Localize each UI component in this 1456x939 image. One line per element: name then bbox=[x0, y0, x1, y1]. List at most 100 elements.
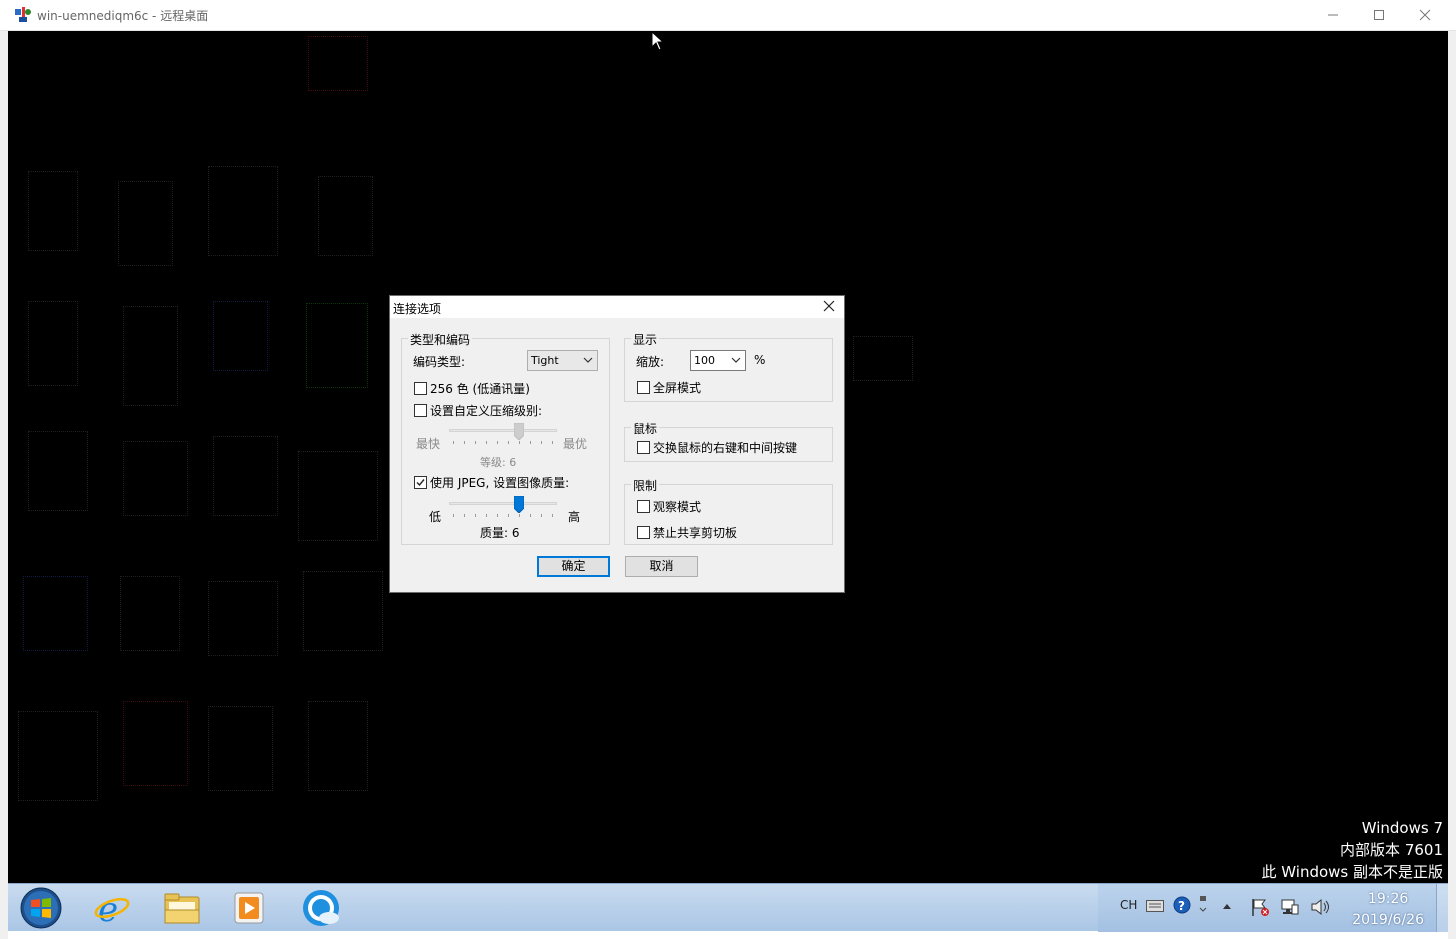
zoom-select[interactable]: 100 bbox=[690, 350, 746, 371]
quality-max-label: 高 bbox=[568, 510, 581, 524]
jpeg-label: 使用 JPEG, 设置图像质量: bbox=[430, 476, 570, 490]
slider-ticks bbox=[453, 514, 553, 517]
encoding-type-label: 编码类型: bbox=[413, 355, 466, 369]
cancel-button[interactable]: 取消 bbox=[625, 556, 698, 577]
clock-time: 19:26 bbox=[1367, 891, 1409, 907]
compress-min-label: 最快 bbox=[416, 437, 441, 451]
ghost-desktop-icon bbox=[853, 336, 913, 381]
compress-max-label: 最优 bbox=[563, 437, 588, 451]
ghost-desktop-icon bbox=[208, 581, 278, 656]
media-player-icon[interactable] bbox=[230, 888, 270, 928]
view-only-label: 观察模式 bbox=[653, 500, 702, 514]
windows-start-icon[interactable] bbox=[20, 887, 62, 929]
windows-watermark: Windows 7 内部版本 7601 此 Windows 副本不是正版 bbox=[1262, 817, 1444, 883]
slider-thumb[interactable] bbox=[514, 423, 524, 440]
dialog-close-icon[interactable] bbox=[822, 299, 836, 313]
jpeg-checkbox[interactable]: 使用 JPEG, 设置图像质量: bbox=[414, 474, 569, 491]
taskbar-clock[interactable]: 19:26 2019/6/26 bbox=[1352, 889, 1424, 931]
custom-compress-label: 设置自定义压缩级别: bbox=[430, 404, 543, 418]
color256-checkbox[interactable]: 256 色 (低通讯量) bbox=[414, 380, 530, 397]
ghost-desktop-icon bbox=[123, 701, 188, 786]
cloud-app-icon[interactable] bbox=[301, 888, 341, 928]
encoding-group: 类型和编码 编码类型: Tight 256 色 (低通讯量) 设置自定义压缩级别… bbox=[401, 331, 610, 545]
swap-buttons-label: 交换鼠标的右键和中间按键 bbox=[653, 441, 798, 455]
minimize-icon bbox=[1328, 14, 1338, 16]
mouse-group: 鼠标 交换鼠标的右键和中间按键 bbox=[624, 420, 833, 462]
ok-button[interactable]: 确定 bbox=[537, 556, 610, 577]
checkbox-box bbox=[637, 526, 650, 539]
chevron-down-icon bbox=[731, 357, 741, 363]
volume-icon[interactable] bbox=[1310, 898, 1332, 916]
ghost-desktop-icon bbox=[208, 706, 273, 791]
dialog-titlebar[interactable]: 连接选项 bbox=[390, 296, 844, 318]
network-icon[interactable] bbox=[1280, 897, 1300, 917]
compress-level-slider[interactable] bbox=[449, 423, 557, 447]
ghost-desktop-icon bbox=[303, 571, 383, 651]
ghost-desktop-icon bbox=[28, 301, 78, 386]
dialog-title: 连接选项 bbox=[393, 302, 442, 316]
ghost-desktop-icon bbox=[120, 576, 180, 651]
ghost-desktop-icon bbox=[23, 576, 88, 651]
close-icon bbox=[1419, 9, 1431, 21]
display-group-label: 显示 bbox=[631, 331, 660, 348]
host-window-edge-left bbox=[0, 31, 8, 939]
internet-explorer-icon[interactable]: e bbox=[92, 888, 132, 928]
jpeg-quality-slider[interactable] bbox=[449, 496, 557, 520]
connection-options-dialog: 连接选项 类型和编码 编码类型: Tight 256 色 (低通讯量) 设置自定… bbox=[389, 295, 845, 593]
ghost-desktop-icon bbox=[208, 166, 278, 256]
slider-track bbox=[449, 502, 557, 505]
checkmark-icon bbox=[416, 479, 425, 487]
mouse-group-label: 鼠标 bbox=[631, 420, 660, 437]
ghost-desktop-icon bbox=[123, 306, 178, 406]
language-indicator[interactable]: CH bbox=[1120, 898, 1137, 912]
ghost-desktop-icon bbox=[18, 711, 98, 801]
watermark-line-3: 此 Windows 副本不是正版 bbox=[1261, 863, 1444, 881]
show-desktop-button[interactable] bbox=[1436, 884, 1448, 932]
ghost-desktop-icon bbox=[213, 301, 268, 371]
maximize-icon bbox=[1374, 10, 1384, 20]
no-clipboard-label: 禁止共享剪切板 bbox=[653, 526, 738, 540]
file-explorer-icon[interactable] bbox=[162, 888, 202, 928]
action-center-flag-icon[interactable] bbox=[1250, 897, 1270, 917]
minimize-button[interactable] bbox=[1310, 0, 1356, 30]
slider-ticks bbox=[453, 441, 553, 444]
checkbox-box bbox=[637, 441, 650, 454]
compress-level-text: 等级: 6 bbox=[480, 456, 517, 469]
no-clipboard-checkbox[interactable]: 禁止共享剪切板 bbox=[637, 524, 737, 541]
show-hidden-icons-icon[interactable] bbox=[1222, 902, 1232, 910]
window-title: win-uemnediqm6c - 远程桌面 bbox=[37, 9, 209, 23]
checkbox-box bbox=[414, 476, 427, 489]
clock-date: 2019/6/26 bbox=[1352, 912, 1424, 928]
pen-options-icon[interactable] bbox=[1198, 896, 1208, 916]
close-button[interactable] bbox=[1402, 0, 1448, 30]
ghost-desktop-icon bbox=[298, 451, 378, 541]
ghost-desktop-icon bbox=[306, 303, 368, 388]
ghost-desktop-icon bbox=[28, 431, 88, 511]
slider-thumb[interactable] bbox=[514, 496, 524, 513]
encoding-type-value: Tight bbox=[531, 354, 559, 367]
remote-desktop-app-icon bbox=[15, 7, 31, 22]
quality-min-label: 低 bbox=[429, 510, 442, 524]
view-only-checkbox[interactable]: 观察模式 bbox=[637, 498, 701, 515]
swap-buttons-checkbox[interactable]: 交换鼠标的右键和中间按键 bbox=[637, 439, 797, 456]
checkbox-box bbox=[637, 381, 650, 394]
watermark-line-1: Windows 7 bbox=[1361, 819, 1443, 837]
ghost-desktop-icon bbox=[123, 441, 188, 516]
svg-text:?: ? bbox=[1178, 899, 1185, 913]
ghost-desktop-icon bbox=[308, 701, 368, 791]
checkbox-box bbox=[414, 382, 427, 395]
zoom-unit: % bbox=[754, 353, 766, 367]
quality-text: 质量: 6 bbox=[480, 526, 520, 540]
window-titlebar[interactable]: win-uemnediqm6c - 远程桌面 bbox=[0, 0, 1456, 31]
remote-taskbar: e CH ? 19:26 2019/6/26 bbox=[8, 883, 1448, 932]
maximize-button[interactable] bbox=[1356, 0, 1402, 30]
checkbox-box bbox=[414, 404, 427, 417]
custom-compress-checkbox[interactable]: 设置自定义压缩级别: bbox=[414, 402, 542, 419]
fullscreen-checkbox[interactable]: 全屏模式 bbox=[637, 379, 701, 396]
encoding-type-select[interactable]: Tight bbox=[527, 350, 598, 371]
help-icon[interactable]: ? bbox=[1173, 896, 1191, 914]
color256-label: 256 色 (低通讯量) bbox=[430, 382, 530, 396]
ghost-desktop-icon bbox=[318, 176, 373, 256]
display-group: 显示 缩放: 100 % 全屏模式 bbox=[624, 331, 833, 402]
keyboard-icon[interactable] bbox=[1146, 900, 1164, 912]
